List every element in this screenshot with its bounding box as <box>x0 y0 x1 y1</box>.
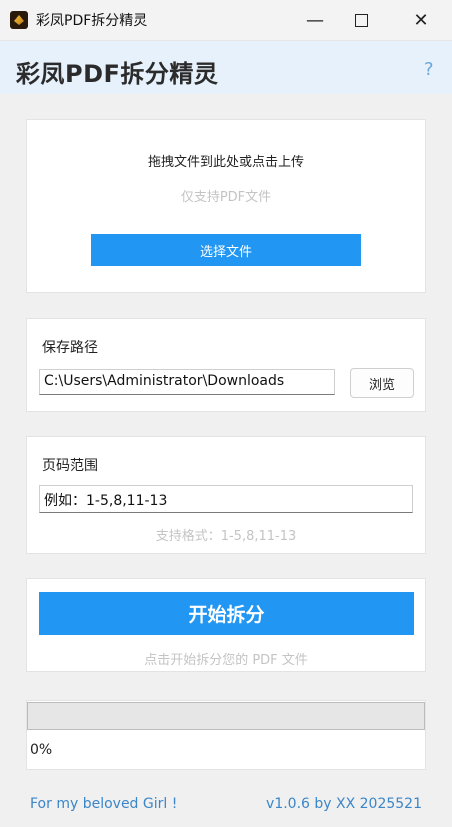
save-path-label: 保存路径 <box>42 340 98 356</box>
window-title: 彩凤PDF拆分精灵 <box>36 13 148 29</box>
save-path-input[interactable]: C:\Users\Administrator\Downloads <box>39 369 335 395</box>
progress-section: 0% <box>26 700 426 770</box>
title-bar: 彩凤PDF拆分精灵 — ✕ <box>0 0 452 41</box>
drop-zone-text: 拖拽文件到此处或点击上传 <box>147 155 304 170</box>
footer-version: v1.0.6 by XX 2025521 <box>266 796 422 812</box>
progress-bar <box>27 702 425 730</box>
app-header: 彩凤PDF拆分精灵 ? <box>0 41 452 94</box>
save-path-section: 保存路径 C:\Users\Administrator\Downloads 浏览 <box>26 318 426 412</box>
close-icon: ✕ <box>413 9 429 31</box>
maximize-button[interactable] <box>338 0 384 40</box>
close-button[interactable]: ✕ <box>398 0 444 40</box>
app-logo-icon <box>10 11 28 29</box>
start-split-button[interactable]: 开始拆分 <box>39 592 414 635</box>
browse-button[interactable]: 浏览 <box>350 368 414 398</box>
start-section: 开始拆分 点击开始拆分您的 PDF 文件 <box>26 578 426 672</box>
start-hint: 点击开始拆分您的 PDF 文件 <box>144 653 308 668</box>
page-range-section: 页码范围 例如：1-5,8,11-13 支持格式：1-5,8,11-13 <box>26 436 426 554</box>
help-icon[interactable]: ? <box>424 59 434 80</box>
drop-zone-hint: 仅支持PDF文件 <box>180 190 272 205</box>
page-range-hint: 支持格式：1-5,8,11-13 <box>155 529 297 544</box>
minimize-icon: — <box>306 9 324 31</box>
file-drop-zone[interactable]: 拖拽文件到此处或点击上传 仅支持PDF文件 选择文件 <box>26 119 426 293</box>
page-range-label: 页码范围 <box>42 458 98 474</box>
footer-dedication: For my beloved Girl ! <box>30 796 178 812</box>
page-range-input[interactable]: 例如：1-5,8,11-13 <box>39 485 413 513</box>
page-title: 彩凤PDF拆分精灵 <box>16 60 219 88</box>
minimize-button[interactable]: — <box>292 0 338 40</box>
progress-percent: 0% <box>30 742 53 758</box>
maximize-icon <box>354 13 368 27</box>
select-file-button[interactable]: 选择文件 <box>91 234 361 266</box>
